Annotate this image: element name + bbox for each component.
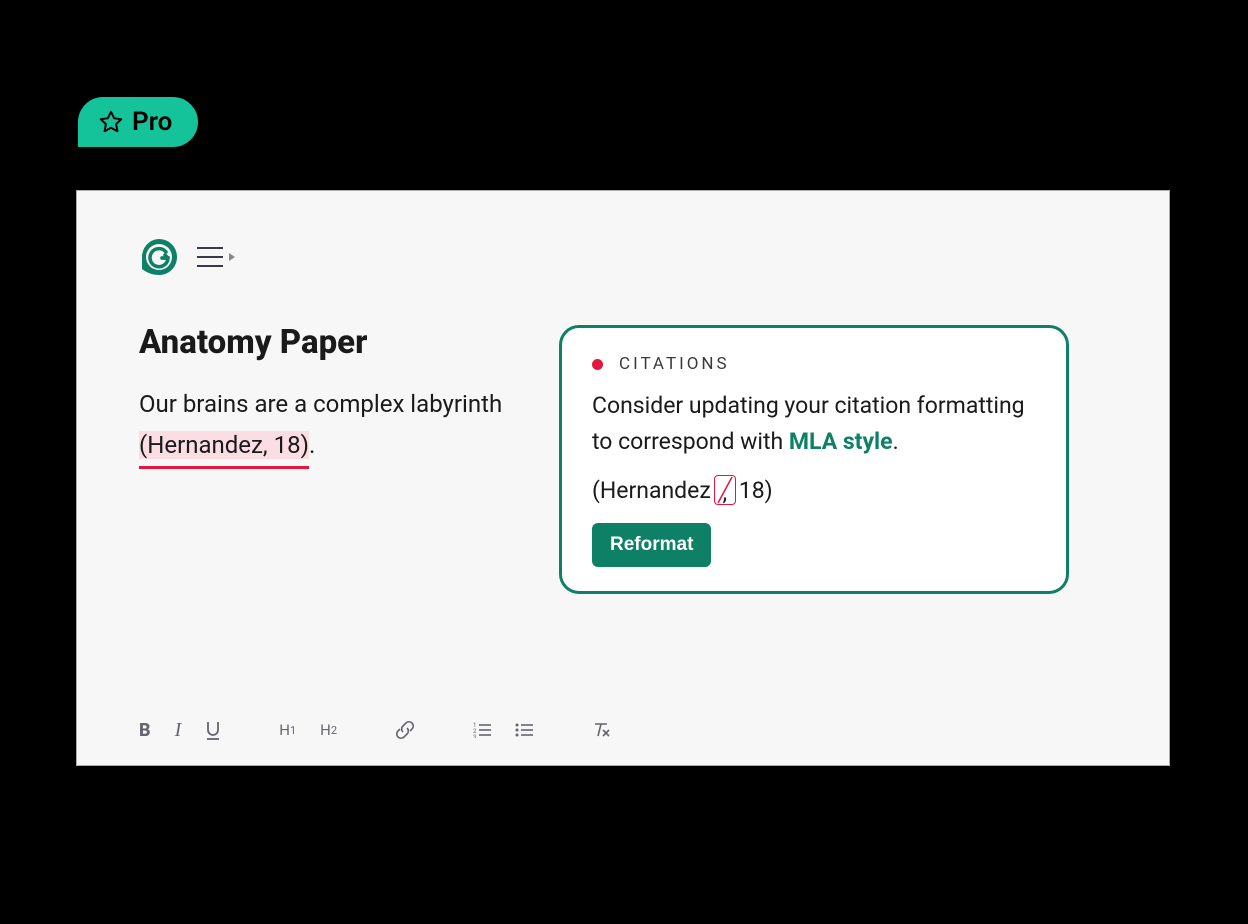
unordered-list-button[interactable] <box>515 719 533 741</box>
pro-label: Pro <box>132 107 172 137</box>
reformat-button[interactable]: Reformat <box>592 523 711 567</box>
svg-text:3: 3 <box>473 734 476 738</box>
editor-header <box>77 191 1169 277</box>
ordered-list-button[interactable]: 1 2 3 <box>473 719 491 741</box>
error-underline <box>139 466 309 469</box>
citation-preview: (Hernandez , 18) <box>592 475 1036 505</box>
text-before-citation: Our brains are a complex labyrinth <box>139 390 502 418</box>
grammarly-logo-icon[interactable] <box>139 237 179 277</box>
editor-window: Anatomy Paper Our brains are a complex l… <box>76 190 1170 766</box>
italic-button[interactable]: I <box>175 719 182 741</box>
formatting-toolbar: B I H1 H2 1 2 3 <box>139 719 611 741</box>
h1-button[interactable]: H1 <box>279 719 296 741</box>
chevron-right-icon <box>229 253 235 261</box>
suggestion-header: CITATIONS <box>592 354 1036 374</box>
bold-button[interactable]: B <box>139 719 151 741</box>
h2-button[interactable]: H2 <box>320 719 337 741</box>
pro-badge: Pro <box>78 97 198 147</box>
document-text[interactable]: Our brains are a complex labyrinth (Hern… <box>139 384 519 466</box>
suggestion-message: Consider updating your citation formatti… <box>592 388 1036 459</box>
hamburger-icon <box>197 247 223 267</box>
style-link[interactable]: MLA style <box>789 428 893 455</box>
suggestion-card: CITATIONS Consider updating your citatio… <box>559 325 1069 594</box>
text-after-citation: . <box>309 431 315 459</box>
suggestion-category: CITATIONS <box>619 354 730 374</box>
clear-formatting-button[interactable] <box>591 719 611 741</box>
link-button[interactable] <box>395 719 415 741</box>
underline-button[interactable] <box>205 719 221 741</box>
deletion-marker: , <box>714 475 736 505</box>
star-icon <box>98 109 124 135</box>
severity-dot-icon <box>592 359 603 370</box>
sidebar-toggle-button[interactable] <box>197 247 235 267</box>
citation-highlight[interactable]: (Hernandez, 18) <box>139 431 309 459</box>
